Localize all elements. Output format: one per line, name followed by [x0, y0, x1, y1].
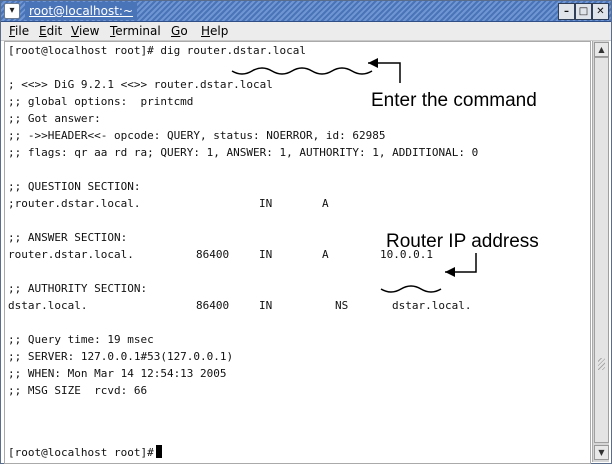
ip-arrowhead-icon — [445, 267, 455, 277]
ip-underline-squiggle — [380, 285, 442, 293]
command-arrowhead-icon — [368, 58, 378, 68]
ip-pointer-line — [445, 253, 477, 273]
command-pointer-line — [368, 62, 401, 83]
enter-command-label: Enter the command — [371, 90, 537, 111]
router-ip-label: Router IP address — [386, 231, 539, 252]
command-underline-squiggle — [231, 67, 373, 75]
